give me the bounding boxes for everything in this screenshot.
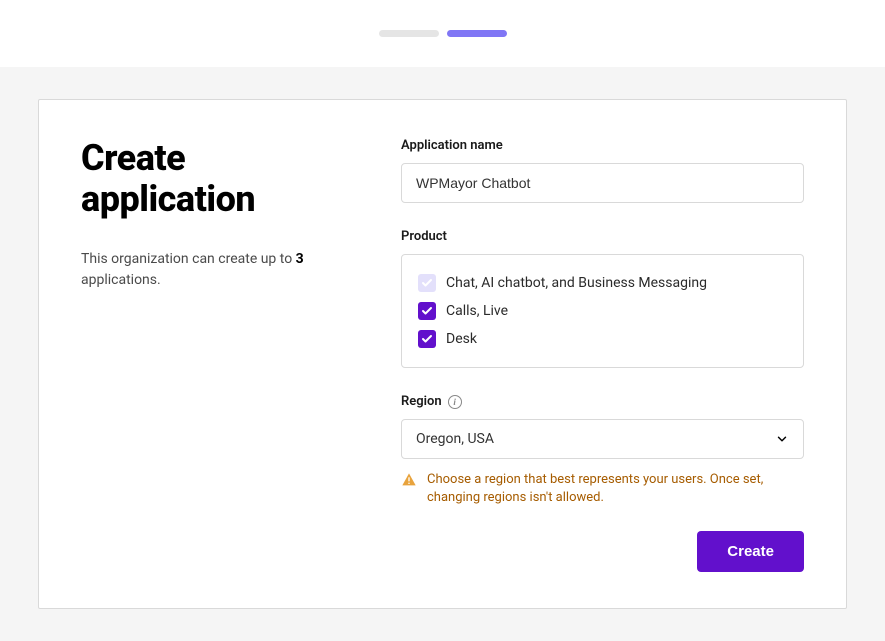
page-title: Create application <box>81 138 341 221</box>
page-background: Create application This organization can… <box>0 67 885 641</box>
check-icon <box>421 277 433 289</box>
product-box: Chat, AI chatbot, and Business Messaging… <box>401 254 804 368</box>
check-icon <box>421 305 433 317</box>
product-label-chat: Chat, AI chatbot, and Business Messaging <box>446 275 707 291</box>
region-label: Region i <box>401 394 804 409</box>
progress-bar <box>0 0 885 67</box>
title-line-2: application <box>81 178 255 220</box>
checkbox-desk[interactable] <box>418 330 436 348</box>
subtitle-highlight: 3 <box>296 251 304 267</box>
application-name-label: Application name <box>401 138 804 153</box>
warning-icon <box>401 472 417 488</box>
product-row-chat[interactable]: Chat, AI chatbot, and Business Messaging <box>418 269 787 297</box>
product-label: Product <box>401 229 804 244</box>
info-icon[interactable]: i <box>448 395 462 409</box>
progress-step-1 <box>379 30 439 37</box>
product-label-calls: Calls, Live <box>446 303 508 319</box>
product-group: Product Chat, AI chatbot, and Business M… <box>401 229 804 368</box>
subtitle-prefix: This organization can create up to <box>81 251 296 267</box>
region-select[interactable]: Oregon, USA <box>401 419 804 459</box>
right-column: Application name Product Chat, AI chatbo… <box>401 138 804 572</box>
checkbox-chat[interactable] <box>418 274 436 292</box>
product-row-desk[interactable]: Desk <box>418 325 787 353</box>
region-warning: Choose a region that best represents you… <box>401 471 804 507</box>
progress-step-2 <box>447 30 507 37</box>
region-label-text: Region <box>401 394 442 409</box>
subtitle-suffix: applications. <box>81 272 161 288</box>
region-warning-text: Choose a region that best represents you… <box>427 471 804 507</box>
check-icon <box>421 333 433 345</box>
create-application-card: Create application This organization can… <box>38 99 847 609</box>
create-button[interactable]: Create <box>697 531 804 572</box>
product-label-desk: Desk <box>446 331 477 347</box>
region-group: Region i Oregon, USA Choose a region tha… <box>401 394 804 507</box>
subtitle: This organization can create up to 3 app… <box>81 249 341 291</box>
chevron-down-icon <box>775 432 789 446</box>
product-row-calls[interactable]: Calls, Live <box>418 297 787 325</box>
title-line-1: Create <box>81 137 185 179</box>
left-column: Create application This organization can… <box>81 138 341 572</box>
region-value: Oregon, USA <box>416 431 494 447</box>
footer-row: Create <box>401 531 804 572</box>
application-name-group: Application name <box>401 138 804 203</box>
checkbox-calls[interactable] <box>418 302 436 320</box>
application-name-input[interactable] <box>401 163 804 203</box>
